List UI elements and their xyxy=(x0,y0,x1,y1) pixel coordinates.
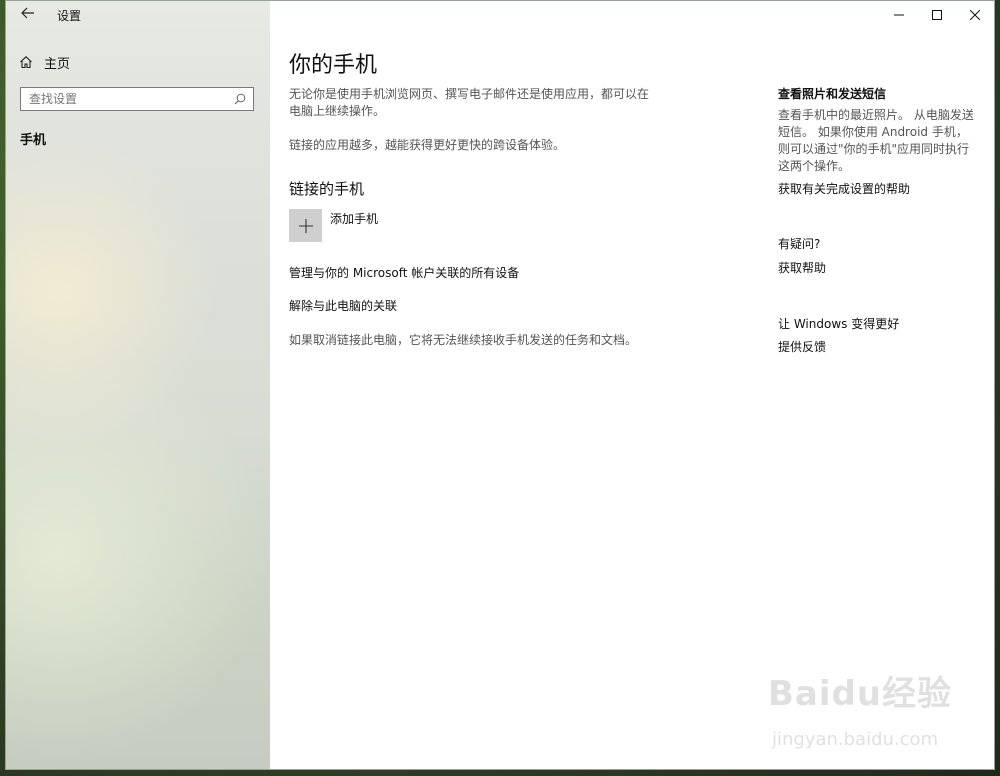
nav-item-phone[interactable]: 手机 xyxy=(20,129,46,148)
plus-icon xyxy=(298,218,313,233)
back-arrow-icon xyxy=(21,7,34,19)
page-description: 无论你是使用手机浏览网页、撰写电子邮件还是使用应用，都可以在电脑上继续操作。 xyxy=(289,87,650,118)
watermark-url: jingyan.baidu.com xyxy=(772,729,939,750)
search-box[interactable] xyxy=(20,87,254,111)
unlink-note: 如果取消链接此电脑，它将无法继续接收手机发送的任务和文档。 xyxy=(289,333,638,347)
linked-phones-heading: 链接的手机 xyxy=(289,180,365,198)
photos-description: 查看手机中的最近照片。 从电脑发送短信。 如果你使用 Android 手机，则可… xyxy=(778,108,974,173)
unlink-pc-link[interactable]: 解除与此电脑的关联 xyxy=(289,297,397,314)
sidebar: 设置 主页 手机 xyxy=(6,1,270,769)
feedback-link[interactable]: 提供反馈 xyxy=(778,338,826,355)
get-help-link[interactable]: 获取帮助 xyxy=(778,259,826,276)
manage-devices-link[interactable]: 管理与你的 Microsoft 帐户关联的所有设备 xyxy=(289,264,519,281)
related-panel: 查看照片和发送短信 查看手机中的最近照片。 从电脑发送短信。 如果你使用 And… xyxy=(778,1,978,769)
watermark-logo: Baidu经验 xyxy=(768,674,953,714)
home-icon xyxy=(18,54,34,70)
add-phone-label: 添加手机 xyxy=(330,212,379,226)
watermark: Baidu经验 jingyan.baidu.com xyxy=(768,666,968,761)
app-title: 设置 xyxy=(57,9,82,23)
feedback-heading: 让 Windows 变得更好 xyxy=(778,317,900,331)
settings-window: 设置 主页 手机 xyxy=(5,0,995,770)
search-input[interactable] xyxy=(21,91,231,107)
add-phone-button[interactable]: 添加手机 xyxy=(289,209,378,242)
back-button[interactable] xyxy=(16,5,40,25)
nav-home[interactable]: 主页 xyxy=(18,51,70,73)
page-title: 你的手机 xyxy=(289,53,378,78)
photos-heading: 查看照片和发送短信 xyxy=(778,87,887,101)
setup-help-link[interactable]: 获取有关完成设置的帮助 xyxy=(778,180,910,197)
main-content: 你的手机 无论你是使用手机浏览网页、撰写电子邮件还是使用应用，都可以在电脑上继续… xyxy=(289,1,759,769)
add-phone-tile xyxy=(289,209,322,242)
nav-home-label: 主页 xyxy=(44,56,71,72)
question-heading: 有疑问? xyxy=(778,237,821,251)
search-icon[interactable] xyxy=(231,90,249,108)
page-description-2: 链接的应用越多，越能获得更好更快的跨设备体验。 xyxy=(289,138,566,152)
